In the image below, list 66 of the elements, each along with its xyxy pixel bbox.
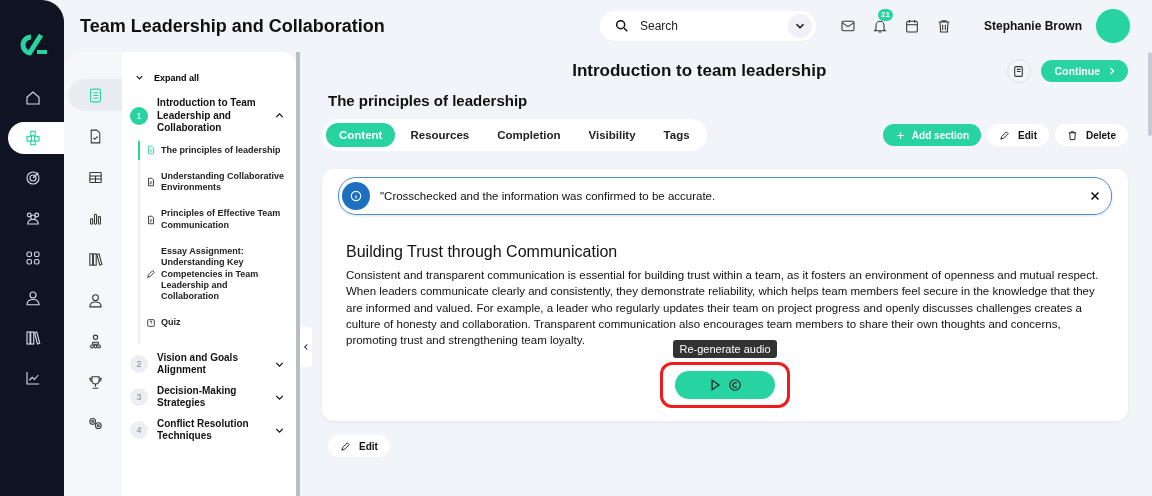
- close-icon[interactable]: [1089, 190, 1101, 202]
- grid-icon: [24, 249, 42, 267]
- module-number: 3: [130, 388, 148, 407]
- module-number: 4: [130, 421, 148, 440]
- user-name[interactable]: Stephanie Brown: [984, 19, 1082, 33]
- delete-button[interactable]: Delete: [1055, 124, 1128, 146]
- question-square-icon: [146, 318, 156, 329]
- tab[interactable]: Tags: [650, 123, 703, 147]
- person-icon: [24, 289, 42, 307]
- plus-icon: [894, 129, 906, 141]
- edit-button[interactable]: Edit: [987, 124, 1049, 146]
- mail-icon[interactable]: [840, 18, 856, 34]
- document-icon: [146, 177, 156, 188]
- target-icon: [24, 169, 42, 187]
- module-number: 1: [130, 106, 148, 125]
- info-icon: [342, 182, 370, 210]
- line-chart-icon: [24, 369, 42, 387]
- org-chart-icon: [87, 332, 104, 350]
- trash-icon: [1067, 129, 1078, 141]
- trophy-icon: [87, 373, 104, 391]
- audio-button[interactable]: [675, 371, 775, 400]
- pencil-icon: [146, 269, 156, 280]
- lesson-item[interactable]: Understanding Collaborative Environments: [138, 166, 286, 198]
- edit-button[interactable]: Edit: [328, 435, 390, 457]
- tooltip: Re-generate audio: [673, 340, 777, 359]
- books-icon: [24, 329, 42, 347]
- alert-message: "Crosschecked and the information was confirmed to be accurate.: [380, 190, 717, 202]
- content-heading: Building Trust through Communication: [346, 243, 619, 261]
- regenerate-icon: [728, 378, 742, 393]
- book-icon: [1012, 64, 1025, 78]
- pencil-icon: [340, 440, 351, 452]
- lesson-item[interactable]: Quiz: [138, 313, 286, 333]
- search-field[interactable]: Search: [600, 11, 816, 41]
- section-title: The principles of leadership: [328, 92, 529, 109]
- document-icon: [146, 214, 156, 225]
- tab[interactable]: Resources: [397, 123, 483, 147]
- book-button[interactable]: [1006, 59, 1031, 83]
- pencil-icon: [999, 129, 1011, 141]
- lesson-item[interactable]: The principles of leadership: [138, 140, 286, 160]
- house-icon: [24, 89, 42, 107]
- trash-icon[interactable]: [936, 18, 952, 34]
- module-number: 2: [130, 355, 148, 374]
- module-title[interactable]: Decision-Making Strategies: [157, 384, 264, 410]
- book-icon: [87, 86, 104, 104]
- calendar-icon[interactable]: [904, 18, 920, 34]
- play-icon: [708, 378, 722, 393]
- bell-icon[interactable]: [872, 18, 888, 34]
- document-icon: [146, 145, 156, 156]
- dropdown-button[interactable]: [788, 14, 812, 38]
- notification-count: 21: [878, 9, 893, 21]
- module-title[interactable]: Introduction to Team Leadership and Collaboration: [157, 97, 264, 135]
- lesson-item[interactable]: Principles of Effective Team Communication: [138, 204, 286, 235]
- cubes-icon: [24, 129, 42, 147]
- person-icon: [87, 291, 104, 309]
- search-icon: [614, 18, 630, 34]
- course-title: Team Leadership and Collaboration: [80, 15, 386, 37]
- expand-all-button[interactable]: Expand all: [130, 72, 203, 83]
- module-title[interactable]: Vision and Goals Alignment: [157, 351, 264, 377]
- nav-item[interactable]: [8, 122, 64, 154]
- module-title[interactable]: Conflict Resolution Techniques: [157, 417, 264, 443]
- tab[interactable]: Visibility: [575, 123, 649, 147]
- search-input[interactable]: Search: [638, 18, 780, 34]
- tab[interactable]: Completion: [484, 123, 574, 147]
- books-icon: [87, 250, 104, 268]
- lesson-item[interactable]: Essay Assignment: Understanding Key Competencies in Team Leadership and Collaboration: [138, 242, 286, 307]
- page-title: Introduction to team leadership: [571, 61, 828, 81]
